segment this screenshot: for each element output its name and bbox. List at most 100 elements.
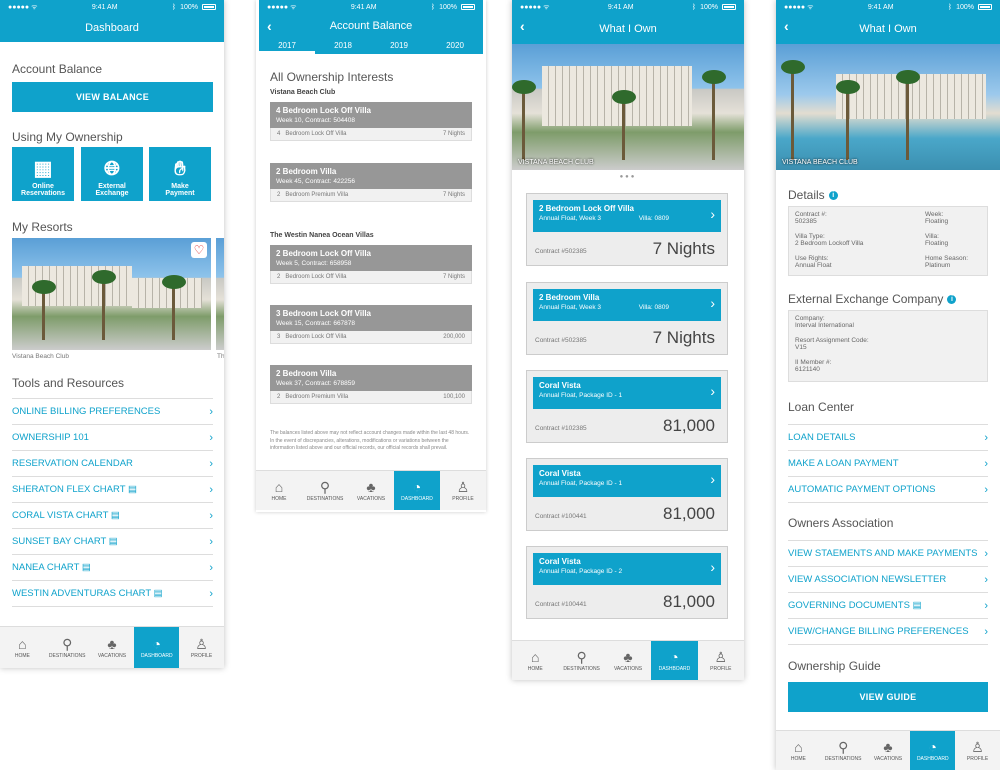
balance-card[interactable]: 2 Bedroom Villa Week 37, Contract: 678859… bbox=[270, 365, 472, 404]
link-online-billing[interactable]: ONLINE BILLING PREFERENCES › bbox=[12, 399, 213, 425]
signal-icon: ●●●●● ᯤ bbox=[267, 3, 297, 11]
balance-card[interactable]: 2 Bedroom Villa Week 45, Contract: 422256… bbox=[270, 163, 472, 202]
payment-icon: ✋︎ bbox=[174, 158, 186, 180]
tab-vacations[interactable]: ♣ VACATIONS bbox=[90, 627, 135, 668]
tab-profile[interactable]: ♙ PROFILE bbox=[440, 471, 486, 510]
tab-year-2020[interactable]: 2020 bbox=[427, 38, 483, 54]
tab-dashboard[interactable]: ◔ DASHBOARD bbox=[910, 731, 956, 770]
tab-dashboard[interactable]: ◔ DASHBOARD bbox=[134, 627, 180, 668]
battery-percent: 100% bbox=[439, 3, 457, 11]
tab-label: PROFILE bbox=[966, 755, 989, 762]
online-reservations-tile[interactable]: ▦ Online Reservations bbox=[12, 147, 74, 201]
battery-icon bbox=[978, 4, 992, 10]
page-title: Account Balance bbox=[329, 20, 413, 32]
link-nanea-chart[interactable]: NANEA CHART ▤ › bbox=[12, 555, 213, 581]
tab-home[interactable]: ⌂ HOME bbox=[512, 641, 558, 680]
tab-vacations[interactable]: ♣ VACATIONS bbox=[348, 471, 394, 510]
tab-vacations[interactable]: ♣ VACATIONS bbox=[866, 731, 911, 770]
tab-destinations[interactable]: ⚲ DESTINATIONS bbox=[302, 471, 348, 510]
page-title: What I Own bbox=[599, 23, 657, 35]
tab-year-2019[interactable]: 2019 bbox=[371, 38, 427, 54]
tile-label: Make bbox=[171, 183, 189, 190]
tab-home[interactable]: ⌂ HOME bbox=[0, 627, 45, 668]
chevron-right-icon: › bbox=[209, 535, 213, 548]
view-guide-button[interactable]: VIEW GUIDE bbox=[788, 682, 988, 712]
tab-destinations[interactable]: ⚲ DESTINATIONS bbox=[821, 731, 866, 770]
bluetooth-icon: ᛒ bbox=[171, 3, 177, 11]
resort-photo[interactable]: ♡ bbox=[12, 238, 211, 350]
tab-bar: ⌂ HOME ⚲ DESTINATIONS ♣ VACATIONS ◔ DASHBOAR… bbox=[776, 730, 1000, 770]
pdf-icon: ▤ bbox=[912, 600, 922, 611]
link-loan-details[interactable]: LOAN DETAILS › bbox=[788, 425, 988, 451]
tab-profile[interactable]: ♙ PROFILE bbox=[698, 641, 744, 680]
status-bar: ●●●●● ᯤ 9:41 AM ᛒ 100% bbox=[776, 0, 1000, 14]
external-exchange-tile[interactable]: 🌐︎ External Exchange bbox=[81, 147, 143, 201]
villa-number: Villa: 0809 bbox=[638, 304, 669, 311]
heart-icon[interactable]: ♡ bbox=[191, 242, 207, 258]
tab-destinations[interactable]: ⚲ DESTINATIONS bbox=[558, 641, 604, 680]
back-arrow-icon[interactable]: ‹ bbox=[267, 18, 272, 34]
link-make-loan-payment[interactable]: MAKE A LOAN PAYMENT › bbox=[788, 451, 988, 477]
card-title: 3 Bedroom Lock Off Villa bbox=[276, 309, 371, 318]
balance-card[interactable]: 2 Bedroom Lock Off Villa Week 5, Contract… bbox=[270, 245, 472, 284]
link-coral-vista-chart[interactable]: CORAL VISTA CHART ▤ › bbox=[12, 503, 213, 529]
info-icon[interactable]: i bbox=[947, 295, 957, 305]
balance-card[interactable]: 3 Bedroom Lock Off Villa Week 15, Contrac… bbox=[270, 305, 472, 344]
link-governing-documents[interactable]: GOVERNING DOCUMENTS ▤ › bbox=[788, 593, 988, 619]
ownership-card[interactable]: Coral Vista Annual Float, Package ID - 2 ›… bbox=[526, 546, 728, 619]
link-ownership-101[interactable]: OWNERSHIP 101 › bbox=[12, 425, 213, 451]
field-label: Contract #: bbox=[795, 211, 827, 218]
tab-label: PROFILE bbox=[710, 665, 732, 672]
link-westin-adventuras-chart[interactable]: WESTIN ADVENTURAS CHART ▤ › bbox=[12, 581, 213, 607]
tab-year-2017[interactable]: 2017 bbox=[259, 38, 315, 54]
tab-home[interactable]: ⌂ HOME bbox=[256, 471, 302, 510]
back-arrow-icon[interactable]: ‹ bbox=[784, 18, 789, 34]
home-icon: ⌂ bbox=[18, 635, 27, 652]
carousel-dots[interactable]: ●●● bbox=[512, 174, 744, 180]
tab-label: VACATIONS bbox=[97, 652, 127, 659]
tab-year-2018[interactable]: 2018 bbox=[315, 38, 371, 54]
link-association-newsletter[interactable]: VIEW ASSOCIATION NEWSLETTER › bbox=[788, 567, 988, 593]
tab-label: DESTINATIONS bbox=[306, 495, 344, 502]
link-billing-preferences[interactable]: VIEW/CHANGE BILLING PREFERENCES › bbox=[788, 619, 988, 645]
link-sheraton-flex-chart[interactable]: SHERATON FLEX CHART ▤ › bbox=[12, 477, 213, 503]
view-balance-button[interactable]: VIEW BALANCE bbox=[12, 82, 213, 112]
card-title: Coral Vista bbox=[539, 381, 581, 390]
ownership-card[interactable]: 2 Bedroom Villa Annual Float, Week 3 Villa… bbox=[526, 282, 728, 355]
link-sunset-bay-chart[interactable]: SUNSET BAY CHART ▤ › bbox=[12, 529, 213, 555]
link-view-statements[interactable]: VIEW STAEMENTS AND MAKE PAYMENTS › bbox=[788, 541, 988, 567]
field-value: Platinum bbox=[925, 262, 951, 269]
tab-label: DASHBOARD bbox=[658, 665, 691, 672]
resort-photo-next[interactable] bbox=[216, 238, 224, 350]
profile-icon: ♙ bbox=[971, 738, 984, 755]
tab-bar: ⌂ HOME ⚲ DESTINATIONS ♣ VACATIONS ◔ DASHBOAR… bbox=[0, 626, 224, 668]
tab-home[interactable]: ⌂ HOME bbox=[776, 731, 821, 770]
balance-card[interactable]: 4 Bedroom Lock Off Villa Week 10, Contrac… bbox=[270, 102, 472, 141]
battery-icon bbox=[202, 4, 216, 10]
status-time: 9:41 AM bbox=[607, 3, 634, 11]
card-title: 2 Bedroom Lock Off Villa bbox=[539, 204, 634, 213]
battery-icon bbox=[461, 4, 475, 10]
field-value: 2 Bedroom Lockoff Villa bbox=[795, 240, 864, 247]
make-payment-tile[interactable]: ✋︎ Make Payment bbox=[149, 147, 211, 201]
tab-profile[interactable]: ♙ PROFILE bbox=[955, 731, 1000, 770]
link-reservation-calendar[interactable]: RESERVATION CALENDAR › bbox=[12, 451, 213, 477]
tab-profile[interactable]: ♙ PROFILE bbox=[179, 627, 224, 668]
chevron-right-icon: › bbox=[209, 561, 213, 574]
bedroom-count: 4 bbox=[277, 131, 281, 137]
chevron-right-icon: › bbox=[710, 206, 715, 222]
year-tabs: 2017 2018 2019 2020 bbox=[259, 38, 483, 54]
tab-dashboard[interactable]: ◔ DASHBOARD bbox=[394, 471, 440, 510]
ownership-card[interactable]: 2 Bedroom Lock Off Villa Annual Float, We… bbox=[526, 193, 728, 266]
tab-dashboard[interactable]: ◔ DASHBOARD bbox=[651, 641, 698, 680]
link-label: VIEW/CHANGE BILLING PREFERENCES bbox=[788, 626, 969, 637]
ownership-card[interactable]: Coral Vista Annual Float, Package ID - 1 ›… bbox=[526, 458, 728, 531]
back-arrow-icon[interactable]: ‹ bbox=[520, 18, 525, 34]
tab-destinations[interactable]: ⚲ DESTINATIONS bbox=[45, 627, 90, 668]
tab-vacations[interactable]: ♣ VACATIONS bbox=[605, 641, 651, 680]
info-icon[interactable]: i bbox=[828, 191, 838, 201]
link-label: NANEA CHART bbox=[12, 562, 80, 573]
ownership-card[interactable]: Coral Vista Annual Float, Package ID - 1 ›… bbox=[526, 370, 728, 443]
link-automatic-payment[interactable]: AUTOMATIC PAYMENT OPTIONS › bbox=[788, 477, 988, 503]
map-pin-icon: ⚲ bbox=[576, 648, 587, 665]
